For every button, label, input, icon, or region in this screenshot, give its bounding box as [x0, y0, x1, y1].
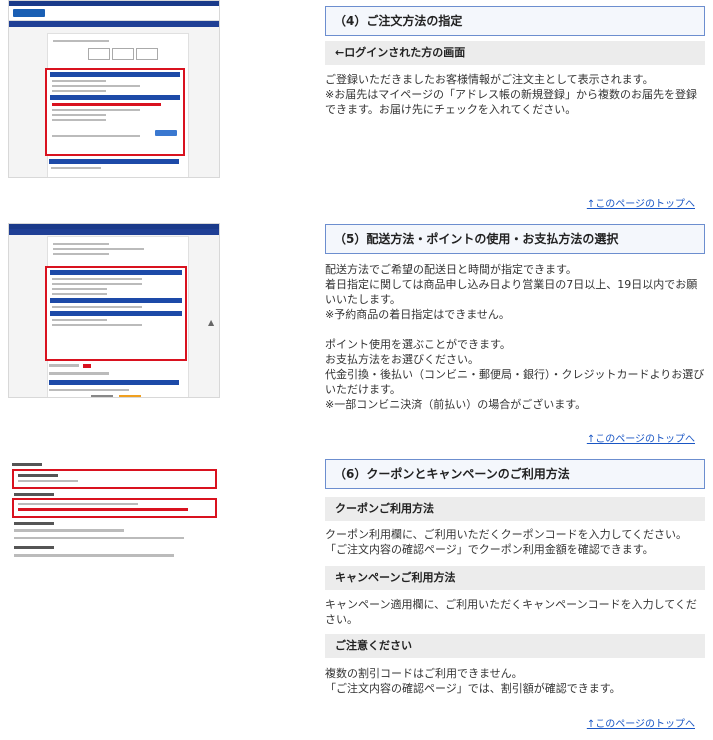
- screenshot-order-method: [8, 0, 220, 178]
- section-title-shipping-payment: （5）配送方法・ポイントの使用・お支払方法の選択: [325, 224, 705, 254]
- campaign-usage-text: キャンペーン適用欄に、ご利用いただくキャンペーンコードを入力してください。: [325, 598, 697, 626]
- highlight-box: [45, 68, 185, 156]
- payment-text: ポイント使用を選ぶことができます。 お支払方法をお選びください。 代金引換・後払…: [325, 338, 705, 411]
- coupon-usage-title: クーポンご利用方法: [325, 497, 705, 521]
- highlight-box: [12, 498, 217, 518]
- logged-in-screen-label: ←ログインされた方の画面: [325, 41, 705, 65]
- screenshot-coupon-campaign: [8, 460, 220, 565]
- back-to-top-link[interactable]: ↑このページのトップへ: [587, 715, 695, 730]
- screenshot-shipping-payment: [8, 223, 220, 398]
- shipping-text: 配送方法でご希望の配送日と時間が指定できます。 着日指定に関しては商品申し込み日…: [325, 263, 698, 321]
- campaign-usage-title: キャンペーンご利用方法: [325, 566, 705, 590]
- back-to-top-link[interactable]: ↑このページのトップへ: [587, 430, 695, 445]
- section-title-coupon-campaign: （6）クーポンとキャンペーンのご利用方法: [325, 459, 705, 489]
- highlight-box: [45, 266, 187, 361]
- section-title-order-method: （4）ご注文方法の指定: [325, 6, 705, 36]
- site-logo: [13, 9, 45, 17]
- caution-text: 複数の割引コードはご利用できません。 「ご注文内容の確認ページ」では、割引額が確…: [325, 667, 621, 695]
- order-method-text: ご登録いただきましたお客様情報がご注文主として表示されます。 ※お届先はマイペー…: [325, 73, 697, 116]
- coupon-usage-text: クーポン利用欄に、ご利用いただくクーポンコードを入力してください。 「ご注文内容…: [325, 528, 688, 556]
- back-to-top-link[interactable]: ↑このページのトップへ: [587, 195, 695, 210]
- highlight-box: [12, 469, 217, 489]
- scroll-up-icon: ▲: [208, 318, 215, 327]
- caution-title: ご注意ください: [325, 634, 705, 658]
